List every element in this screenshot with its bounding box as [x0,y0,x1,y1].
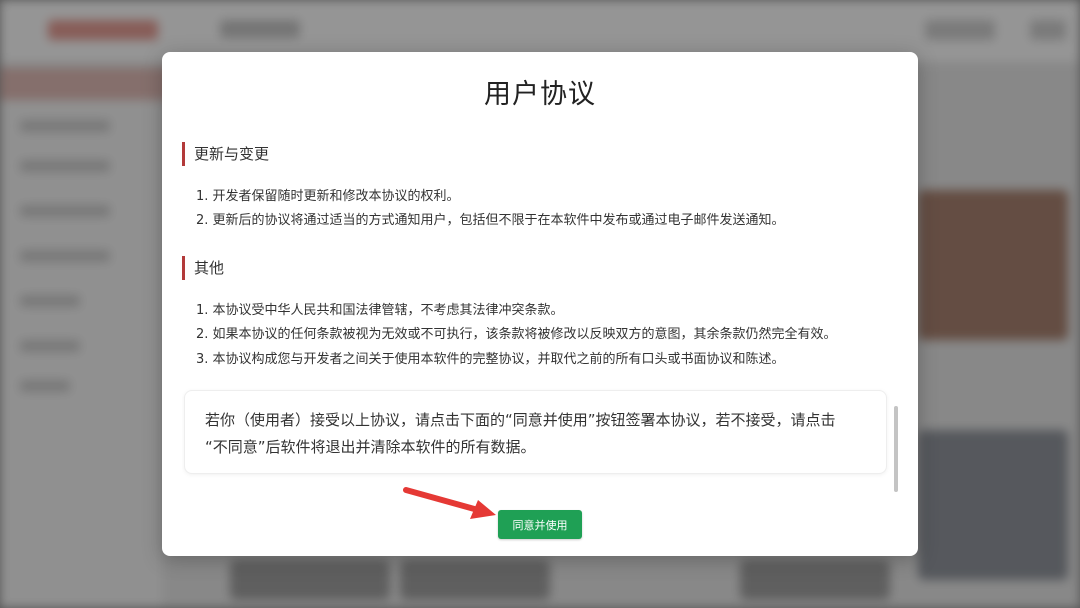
red-arrow-icon [403,487,496,519]
agree-and-use-button[interactable]: 同意并使用 [498,510,582,539]
section-item: 3. 本协议构成您与开发者之间关于使用本软件的完整协议，并取代之前的所有口头或书… [196,352,785,367]
consent-notice-line: “不同意”后软件将退出并清除本软件的所有数据。 [205,438,536,456]
section-heading-updates: 更新与变更 [182,142,269,166]
section-heading-other: 其他 [182,256,224,280]
user-agreement-dialog: 用户协议 更新与变更 1. 开发者保留随时更新和修改本协议的权利。 2. 更新后… [162,52,918,556]
section-item: 2. 如果本协议的任何条款被视为无效或不可执行，该条款将被修改以反映双方的意图，… [196,327,837,342]
consent-notice: 若你（使用者）接受以上协议，请点击下面的“同意并使用”按钮签署本协议，若不接受，… [184,390,887,474]
section-item: 1. 本协议受中华人民共和国法律管辖，不考虑其法律冲突条款。 [196,303,564,318]
section-item: 1. 开发者保留随时更新和修改本协议的权利。 [196,189,460,204]
section-item: 2. 更新后的协议将通过适当的方式通知用户，包括但不限于在本软件中发布或通过电子… [196,213,785,228]
agreement-content: 更新与变更 1. 开发者保留随时更新和修改本协议的权利。 2. 更新后的协议将通… [182,142,892,537]
consent-notice-line: 若你（使用者）接受以上协议，请点击下面的“同意并使用”按钮签署本协议，若不接受，… [205,411,836,429]
dialog-title: 用户协议 [484,79,596,110]
content-scrollbar[interactable] [894,406,898,492]
